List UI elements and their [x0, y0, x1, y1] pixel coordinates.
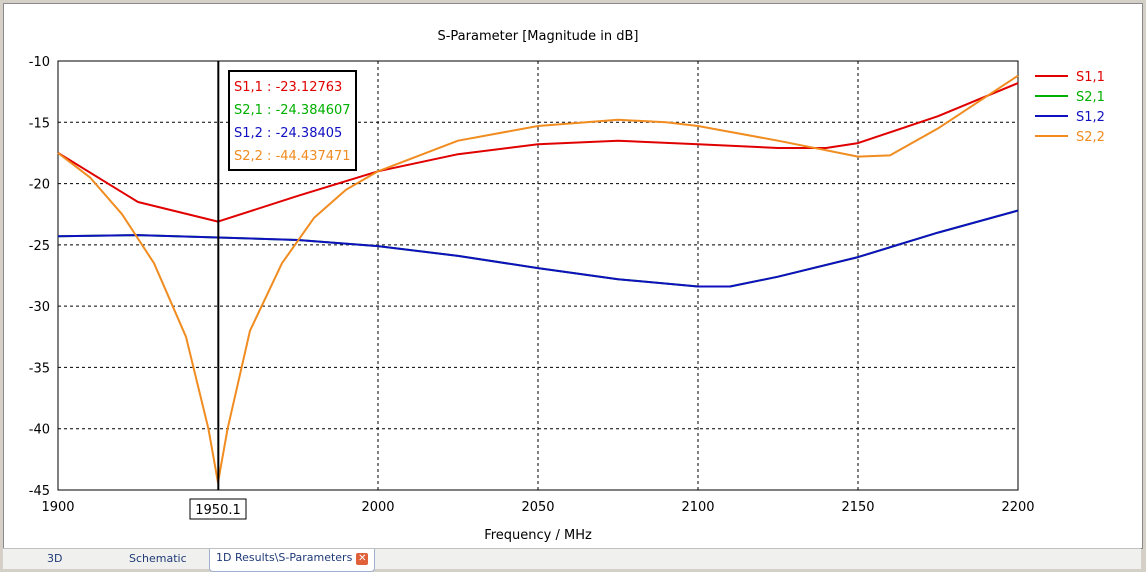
y-tick-label: -25 [29, 239, 50, 254]
marker-readout: S2,2 : -44.437471 [234, 149, 351, 164]
legend-label: S2,1 [1076, 90, 1105, 105]
marker-readout: S2,1 : -24.384607 [234, 103, 351, 118]
x-tick-label: 2100 [681, 500, 714, 515]
tab-1d-results[interactable]: 1D Results\S-Parameters ✕ [209, 549, 376, 572]
y-tick-label: -45 [29, 484, 50, 499]
legend-label: S1,1 [1076, 70, 1105, 85]
legend-label: S2,2 [1076, 130, 1105, 145]
x-tick-label: 2050 [521, 500, 554, 515]
y-tick-label: -30 [29, 300, 50, 315]
marker-x-label: 1950.1 [195, 503, 241, 518]
x-tick-label: 2000 [361, 500, 394, 515]
x-tick-label: 1900 [41, 500, 74, 515]
legend-label: S1,2 [1076, 110, 1105, 125]
marker-readout: S1,1 : -23.12763 [234, 80, 342, 95]
tab-bar: 3D Schematic 1D Results\S-Parameters ✕ [3, 548, 1141, 572]
close-icon[interactable]: ✕ [356, 553, 369, 565]
x-tick-label: 2150 [841, 500, 874, 515]
y-tick-label: -20 [29, 178, 50, 193]
tab-3d[interactable]: 3D [47, 552, 62, 565]
s-parameter-chart[interactable]: S-Parameter [Magnitude in dB]19001950200… [0, 0, 1146, 548]
chart-title: S-Parameter [Magnitude in dB] [437, 29, 638, 44]
y-tick-label: -40 [29, 423, 50, 438]
marker-readout: S1,2 : -24.38405 [234, 126, 342, 141]
y-tick-label: -15 [29, 116, 50, 131]
x-tick-label: 2200 [1001, 500, 1034, 515]
tab-label: 1D Results\S-Parameters [216, 551, 353, 564]
x-axis-label: Frequency / MHz [484, 528, 592, 543]
tab-schematic[interactable]: Schematic [129, 552, 187, 565]
y-tick-label: -10 [29, 55, 50, 70]
y-tick-label: -35 [29, 361, 50, 376]
